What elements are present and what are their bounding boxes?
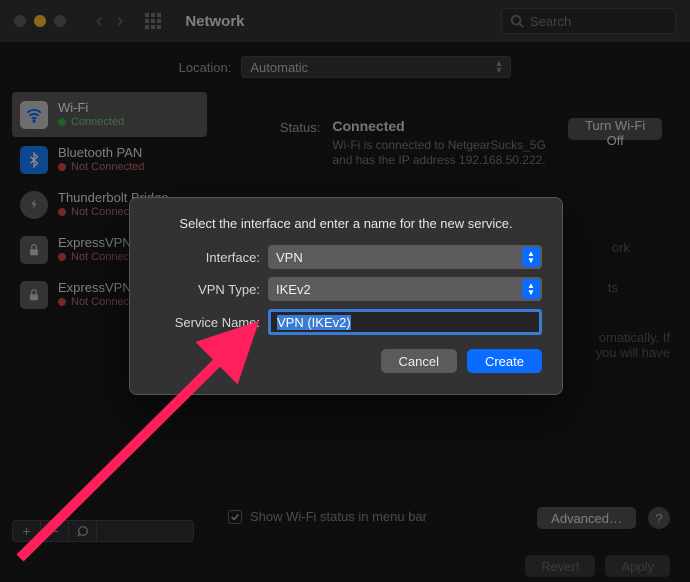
modal-prompt: Select the interface and enter a name fo… [150, 216, 542, 231]
vpn-type-label: VPN Type: [150, 282, 260, 297]
updown-icon: ▲▼ [522, 247, 540, 267]
vpn-type-select[interactable]: IKEv2 ▲▼ [268, 277, 542, 301]
service-name-label: Service Name: [150, 315, 260, 330]
vpn-type-value: IKEv2 [276, 282, 311, 297]
new-service-modal: Select the interface and enter a name fo… [129, 197, 563, 395]
interface-select[interactable]: VPN ▲▼ [268, 245, 542, 269]
cancel-button[interactable]: Cancel [381, 349, 457, 373]
create-button[interactable]: Create [467, 349, 542, 373]
interface-label: Interface: [150, 250, 260, 265]
interface-value: VPN [276, 250, 303, 265]
service-name-input[interactable] [268, 309, 542, 335]
updown-icon: ▲▼ [522, 279, 540, 299]
